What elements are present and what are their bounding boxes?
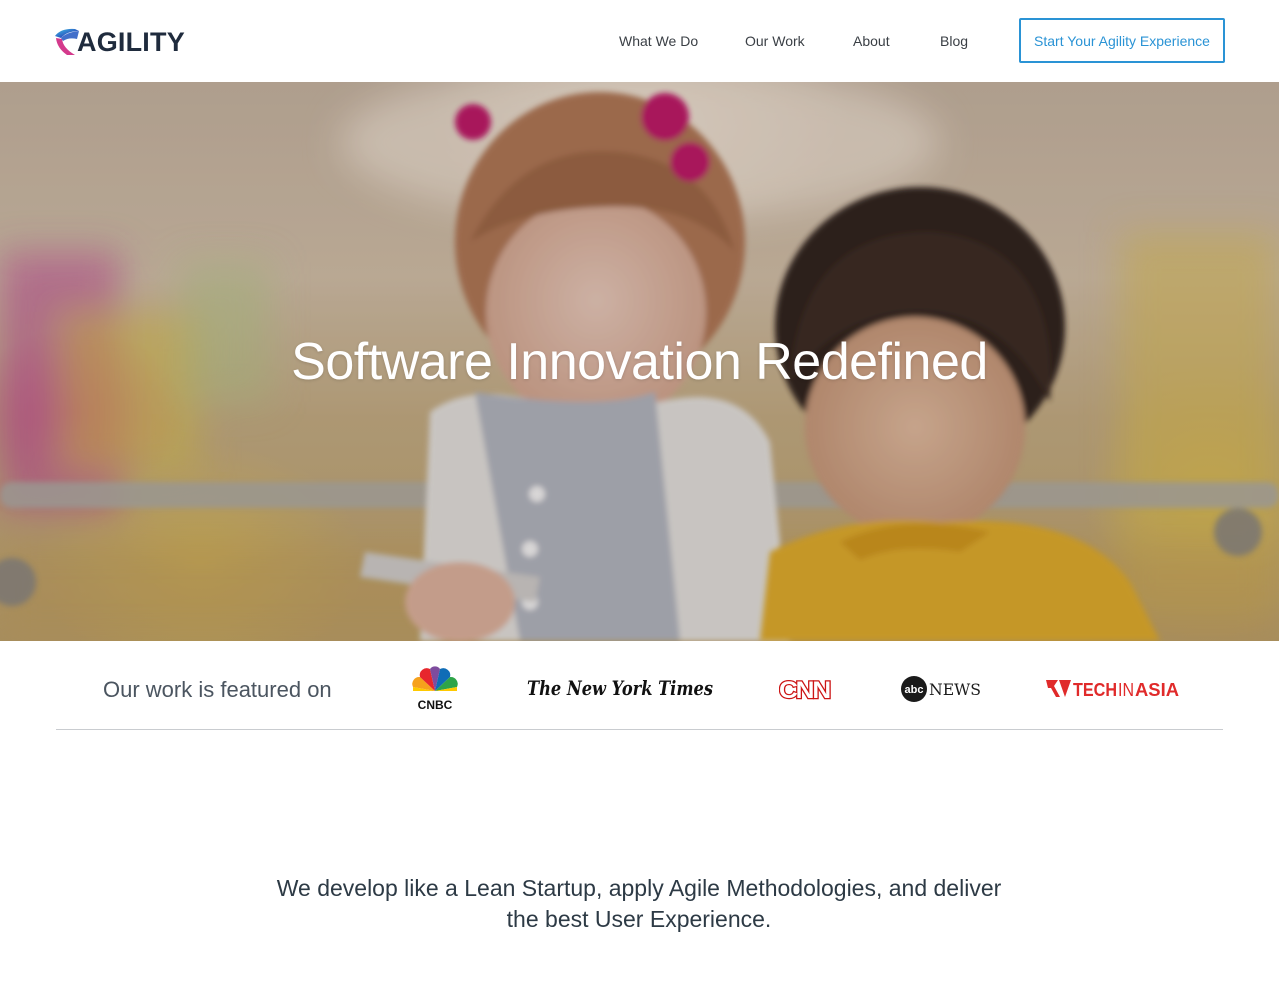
cnbc-logo[interactable]: CNBC <box>405 665 465 711</box>
nav-what-we-do[interactable]: What We Do <box>619 33 698 49</box>
logo-wordmark: AGILITY <box>77 26 185 57</box>
tagline-line-1: We develop like a Lean Startup, apply Ag… <box>276 875 1002 901</box>
cnn-logo[interactable]: CNN <box>779 674 831 704</box>
site-header: AGILITY What We Do Our Work About Blog S… <box>0 0 1279 82</box>
nav-blog[interactable]: Blog <box>940 33 968 49</box>
tagline: We develop like a Lean Startup, apply Ag… <box>240 873 1038 935</box>
section-divider <box>56 729 1223 730</box>
nyt-logo-text: The New York Times <box>527 676 713 700</box>
hero-title: Software Innovation Redefined <box>291 333 988 391</box>
techinasia-logo-text-in: IN <box>1118 680 1134 700</box>
techinasia-logo-text-asia: ASIA <box>1135 680 1179 700</box>
nyt-logo[interactable]: The New York Times <box>527 671 715 705</box>
start-experience-button[interactable]: Start Your Agility Experience <box>1019 18 1225 63</box>
abc-news-logo-text: NEWS <box>929 680 981 699</box>
agility-logo[interactable]: AGILITY <box>53 25 185 59</box>
techinasia-logo[interactable]: TECH IN ASIA <box>1046 676 1180 702</box>
featured-label: Our work is featured on <box>103 677 332 702</box>
tagline-line-2: the best User Experience. <box>506 906 772 932</box>
featured-on-strip: Our work is featured on CNBC The New Yor… <box>0 641 1279 731</box>
nav-our-work[interactable]: Our Work <box>745 33 805 49</box>
abc-logo-text: abc <box>905 684 924 696</box>
hero-banner: Software Innovation Redefined <box>0 82 1279 641</box>
cnbc-logo-text: CNBC <box>418 698 453 711</box>
abc-news-logo[interactable]: abc NEWS <box>900 674 982 704</box>
techinasia-logo-text-tech: TECH <box>1073 680 1117 700</box>
cnn-logo-text: CNN <box>779 677 830 704</box>
nav-about[interactable]: About <box>853 33 890 49</box>
